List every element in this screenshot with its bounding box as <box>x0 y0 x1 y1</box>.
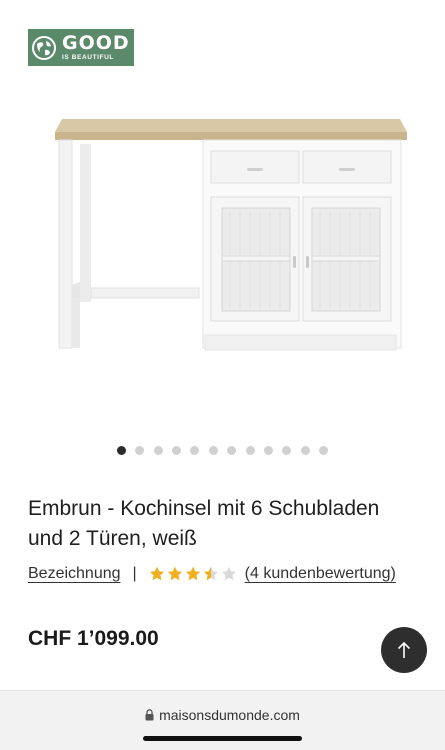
carousel-dot[interactable] <box>190 446 200 455</box>
star-icon <box>203 566 218 581</box>
star-icon <box>167 566 182 581</box>
carousel-dot[interactable] <box>227 446 237 455</box>
lock-icon <box>145 709 154 721</box>
carousel-dot[interactable] <box>208 446 218 455</box>
rating-stars <box>149 566 237 582</box>
description-link[interactable]: Bezeichnung <box>28 565 121 583</box>
carousel-dot[interactable] <box>116 446 126 455</box>
carousel-dot[interactable] <box>153 446 163 455</box>
carousel-dots[interactable] <box>0 446 445 455</box>
carousel-dot[interactable] <box>300 446 310 455</box>
reviews-link[interactable]: (4 kundenbewertung) <box>245 565 396 583</box>
badge-title: GOOD <box>62 31 130 54</box>
browser-address-bar[interactable]: maisonsdumonde.com <box>0 690 445 750</box>
carousel-dot[interactable] <box>282 446 292 455</box>
back-to-top-button[interactable] <box>381 627 427 673</box>
url-text: maisonsdumonde.com <box>159 707 300 723</box>
star-icon <box>221 566 236 581</box>
carousel-dot[interactable] <box>135 446 145 455</box>
badge-subtitle: IS BEAUTIFUL <box>62 53 114 61</box>
carousel-dot[interactable] <box>319 446 329 455</box>
product-image[interactable] <box>0 100 445 400</box>
carousel-dot[interactable] <box>172 446 182 455</box>
product-meta-row: Bezeichnung | (4 kundenbewertung) <box>28 563 396 585</box>
product-title: Embrun - Kochinsel mit 6 Schubladen und … <box>28 497 380 550</box>
good-is-beautiful-badge: GOOD IS BEAUTIFUL <box>28 29 134 66</box>
home-indicator[interactable] <box>143 736 302 741</box>
star-icon <box>149 566 164 581</box>
arrow-up-icon <box>397 641 411 658</box>
meta-separator: | <box>132 565 137 582</box>
product-price: CHF 1’099.00 <box>28 627 159 650</box>
carousel-dot[interactable] <box>263 446 273 455</box>
globe-icon <box>32 35 56 60</box>
carousel-dot[interactable] <box>245 446 255 455</box>
star-icon <box>185 566 200 581</box>
